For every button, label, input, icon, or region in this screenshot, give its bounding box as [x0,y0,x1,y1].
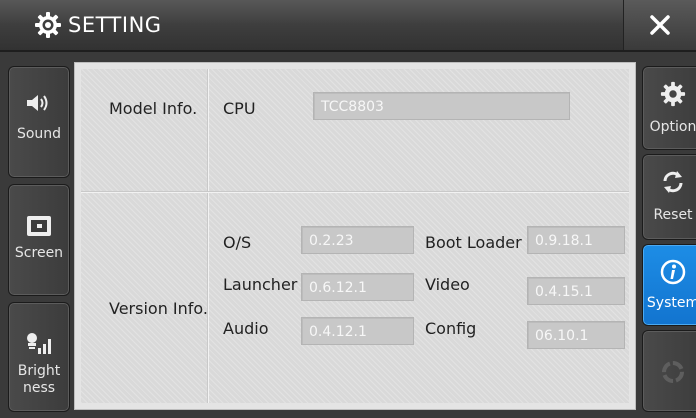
tab-system-label: System [646,295,696,311]
bootloader-label: Boot Loader [425,233,522,252]
tab-loading[interactable] [642,330,696,412]
panel-horizontal-divider [81,191,629,193]
os-label: O/S [223,233,252,252]
tab-brightness-label-line1: Bright [17,363,61,379]
close-button[interactable] [623,0,696,50]
launcher-label: Launcher [223,275,298,294]
gear-icon [660,81,686,107]
tab-sound-label: Sound [16,126,62,142]
page-title: SETTING [68,13,162,37]
tab-brightness-label-line2: ness [22,380,56,396]
system-info-panel-inner: Model Info. CPU TCC8803 Version Info. O/… [81,69,629,403]
system-info-panel: Model Info. CPU TCC8803 Version Info. O/… [74,62,636,410]
launcher-value: 0.6.12.1 [301,273,414,301]
cpu-label: CPU [223,99,256,118]
bootloader-value: 0.9.18.1 [527,226,625,254]
tab-reset-label: Reset [653,207,693,223]
os-value: 0.2.23 [301,226,414,254]
tab-screen[interactable]: Screen [8,184,70,296]
gear-icon [35,12,61,38]
model-info-label: Model Info. [109,99,198,118]
info-icon [660,259,686,285]
tab-system[interactable]: System [642,244,696,326]
panel-vertical-divider [207,69,209,403]
tab-brightness[interactable]: Bright ness [8,302,70,412]
config-value: 06.10.1 [527,321,625,349]
screen-icon [27,216,51,236]
audio-label: Audio [223,319,269,338]
tab-screen-label: Screen [14,245,64,261]
speaker-icon [27,95,48,111]
config-label: Config [425,319,477,338]
video-value: 0.4.15.1 [527,277,625,305]
close-icon [650,15,670,35]
tab-sound[interactable]: Sound [8,66,70,178]
spinner-icon [662,361,684,383]
audio-value: 0.4.12.1 [301,317,414,345]
tab-option[interactable]: Option [642,66,696,150]
version-info-label: Version Info. [109,299,209,318]
refresh-icon [663,171,683,193]
tab-brightness-label: Bright ness [9,363,69,397]
tab-option-label: Option [649,119,696,135]
cpu-value: TCC8803 [313,92,570,120]
video-label: Video [425,275,470,294]
brightness-icon [27,333,51,354]
title-bar: SETTING [0,0,696,52]
tab-reset[interactable]: Reset [642,154,696,240]
